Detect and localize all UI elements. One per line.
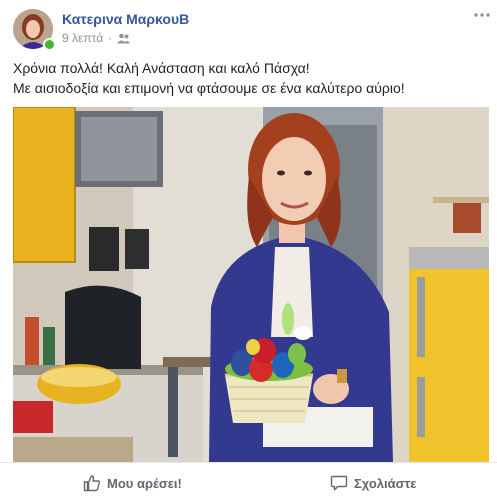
online-status-indicator (43, 38, 56, 51)
post-actions-bar: Μου αρέσει! Σχολιάστε (0, 462, 497, 504)
post-timestamp[interactable]: 9 λεπτά (62, 31, 103, 45)
author-name[interactable]: Κατερινα ΜαρκουΒ (62, 11, 189, 27)
comment-button[interactable]: Σχολιάστε (330, 463, 416, 503)
friends-icon[interactable] (117, 33, 131, 44)
like-label: Μου αρέσει! (107, 475, 182, 491)
facebook-post: Κατερινα ΜαρκουΒ 9 λεπτά · Χρόνια πολλά!… (0, 0, 497, 503)
more-options-icon[interactable] (473, 8, 491, 22)
post-photo[interactable] (13, 107, 489, 462)
post-text-line: Χρόνια πολλά! Καλή Ανάσταση και καλό Πάσ… (13, 60, 310, 76)
comment-icon (330, 474, 348, 492)
meta-separator: · (108, 31, 113, 45)
thumbs-up-icon (83, 474, 101, 492)
post-text: Χρόνια πολλά! Καλή Ανάσταση και καλό Πάσ… (13, 58, 489, 98)
post-meta: 9 λεπτά · (62, 31, 131, 45)
like-button[interactable]: Μου αρέσει! (83, 463, 182, 503)
post-text-line: Με αισιοδοξία και επιμονή να φτάσουμε σε… (13, 80, 405, 96)
comment-label: Σχολιάστε (354, 475, 417, 491)
